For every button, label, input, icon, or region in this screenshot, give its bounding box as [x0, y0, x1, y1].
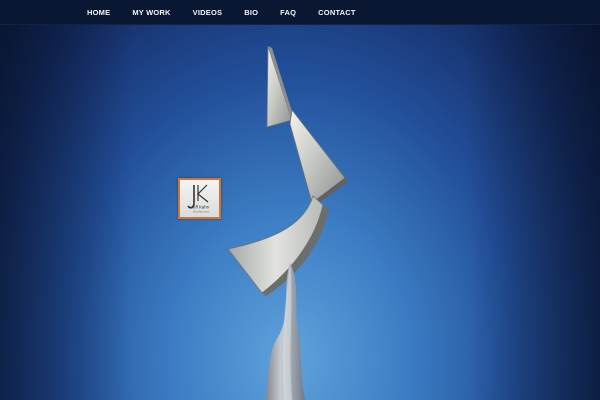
sculpture-image — [227, 45, 349, 400]
jeff-kahn-logo[interactable]: Jeff Kahn Sculpture — [178, 178, 221, 219]
svg-text:Sculpture: Sculpture — [193, 210, 209, 214]
top-navigation-bar: HOME MY WORK VIDEOS BIO FAQ CONTACT — [0, 0, 600, 25]
sculpture-blade-top — [266, 45, 293, 128]
nav-faq[interactable]: FAQ — [280, 8, 296, 17]
logo-image: Jeff Kahn Sculpture — [187, 184, 210, 214]
nav-bio[interactable]: BIO — [244, 8, 258, 17]
nav-videos[interactable]: VIDEOS — [193, 8, 223, 17]
nav-home[interactable]: HOME — [87, 8, 110, 17]
nav-my-work[interactable]: MY WORK — [132, 8, 170, 17]
page: HOME MY WORK VIDEOS BIO FAQ CONTACT Jeff… — [0, 0, 600, 400]
nav-contact[interactable]: CONTACT — [318, 8, 356, 17]
main-nav: HOME MY WORK VIDEOS BIO FAQ CONTACT — [87, 0, 356, 24]
